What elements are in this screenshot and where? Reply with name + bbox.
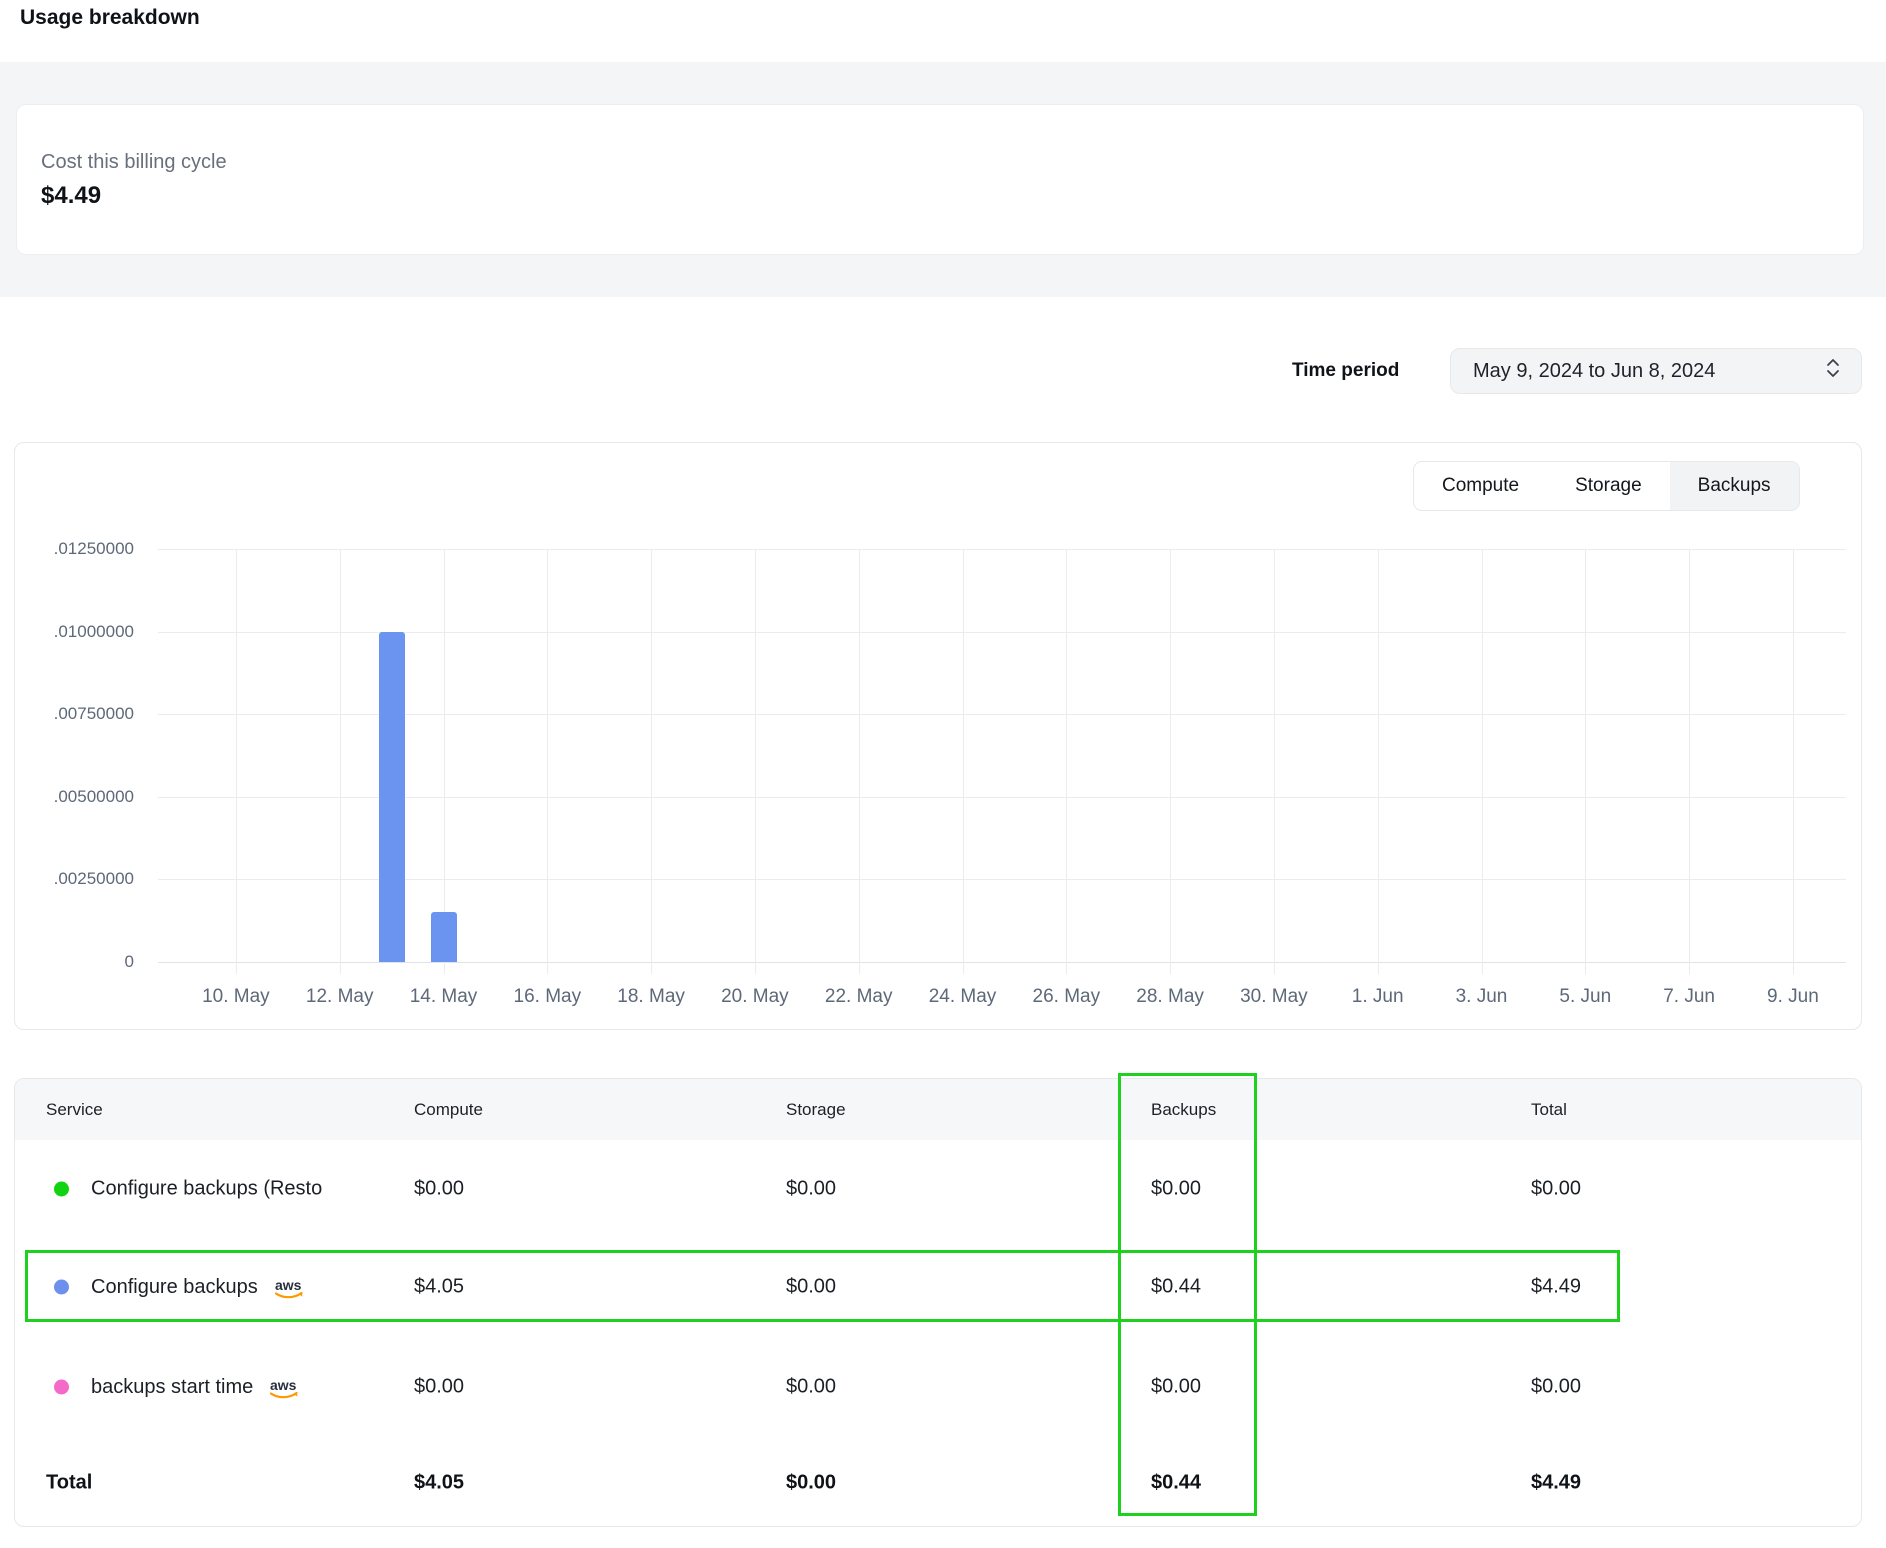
y-gridline bbox=[158, 962, 1846, 963]
x-axis-tick-label: 16. May bbox=[514, 986, 582, 1008]
table-row: Configure backups (Resto $0.00 $0.00 $0.00 $… bbox=[15, 1140, 1861, 1237]
total-cost-value: $0.00 bbox=[1531, 1376, 1581, 1399]
total-cost-value: $0.00 bbox=[1531, 1177, 1581, 1200]
tab-backups[interactable]: Backups bbox=[1670, 462, 1799, 510]
aws-logo-icon: aws bbox=[267, 1378, 301, 1402]
x-axis-tick-label: 9. Jun bbox=[1767, 986, 1819, 1008]
series-color-dot bbox=[54, 1280, 69, 1295]
backups-cost-value: $0.00 bbox=[1151, 1376, 1201, 1399]
column-header-compute: Compute bbox=[414, 1079, 483, 1140]
column-header-backups: Backups bbox=[1151, 1079, 1216, 1140]
x-gridline bbox=[1274, 549, 1275, 974]
billing-cycle-cost-label: Cost this billing cycle bbox=[41, 151, 1863, 174]
table-row: Configure backupsaws $4.05 $0.00 $0.44 $4.49 bbox=[15, 1237, 1861, 1337]
bar-13-may bbox=[379, 632, 405, 962]
tab-storage[interactable]: Storage bbox=[1547, 462, 1670, 510]
y-axis-tick-label: .00750000 bbox=[15, 704, 134, 724]
series-color-dot bbox=[54, 1380, 69, 1395]
compute-cost-value: $4.05 bbox=[414, 1276, 464, 1299]
column-header-storage: Storage bbox=[786, 1079, 846, 1140]
compute-cost-value: $0.00 bbox=[414, 1177, 464, 1200]
x-gridline bbox=[1066, 549, 1067, 974]
compute-cost-value: $0.00 bbox=[414, 1376, 464, 1399]
y-gridline bbox=[158, 714, 1846, 715]
storage-cost-value: $0.00 bbox=[786, 1276, 836, 1299]
x-gridline bbox=[1482, 549, 1483, 974]
x-gridline bbox=[1585, 549, 1586, 974]
x-axis-tick-label: 1. Jun bbox=[1352, 986, 1404, 1008]
chart-card: ComputeStorageBackups .01250000 .01000000… bbox=[14, 442, 1862, 1030]
usage-breakdown-page: { "page": { "title": "Usage breakdown" }… bbox=[0, 0, 1886, 1548]
x-gridline bbox=[547, 549, 548, 974]
column-header-total: Total bbox=[1531, 1079, 1567, 1140]
svg-text:aws: aws bbox=[275, 1278, 302, 1293]
backups-cost-value: $0.44 bbox=[1151, 1276, 1201, 1299]
y-gridline bbox=[158, 879, 1846, 880]
chart-metric-tabs: ComputeStorageBackups bbox=[1413, 461, 1800, 511]
tab-compute[interactable]: Compute bbox=[1414, 462, 1547, 510]
total-total-value: $4.49 bbox=[1531, 1471, 1581, 1494]
x-axis-tick-label: 14. May bbox=[410, 986, 478, 1008]
service-name: backups start timeaws bbox=[91, 1372, 301, 1402]
x-gridline bbox=[859, 549, 860, 974]
storage-cost-value: $0.00 bbox=[786, 1376, 836, 1399]
x-axis-tick-label: 20. May bbox=[721, 986, 789, 1008]
storage-cost-value: $0.00 bbox=[786, 1177, 836, 1200]
table-header-row: Service Compute Storage Backups Total bbox=[15, 1079, 1861, 1140]
x-axis-tick-label: 26. May bbox=[1033, 986, 1101, 1008]
total-row-label: Total bbox=[46, 1471, 92, 1494]
y-axis-tick-label: .01000000 bbox=[15, 622, 134, 642]
total-storage-value: $0.00 bbox=[786, 1471, 836, 1494]
backups-cost-value: $0.00 bbox=[1151, 1177, 1201, 1200]
series-color-dot bbox=[54, 1181, 69, 1196]
x-gridline bbox=[1170, 549, 1171, 974]
billing-cycle-cost-card: Cost this billing cycle $4.49 bbox=[16, 104, 1864, 255]
table-total-row: Total $4.05 $0.00 $0.44 $4.49 bbox=[15, 1437, 1861, 1527]
time-period-label: Time period bbox=[1292, 360, 1399, 382]
x-gridline bbox=[236, 549, 237, 974]
x-gridline bbox=[1378, 549, 1379, 974]
total-cost-value: $4.49 bbox=[1531, 1276, 1581, 1299]
x-gridline bbox=[651, 549, 652, 974]
column-header-service: Service bbox=[46, 1079, 103, 1140]
y-gridline bbox=[158, 797, 1846, 798]
y-axis-tick-label: .01250000 bbox=[15, 539, 134, 559]
svg-text:aws: aws bbox=[270, 1378, 297, 1393]
x-axis-tick-label: 30. May bbox=[1240, 986, 1308, 1008]
y-axis-tick-label: 0 bbox=[15, 952, 134, 972]
x-axis-tick-label: 18. May bbox=[617, 986, 685, 1008]
y-axis-tick-label: .00250000 bbox=[15, 869, 134, 889]
service-name: Configure backupsaws bbox=[91, 1272, 306, 1302]
x-gridline bbox=[444, 549, 445, 974]
x-axis-tick-label: 3. Jun bbox=[1456, 986, 1508, 1008]
x-axis-tick-label: 12. May bbox=[306, 986, 374, 1008]
y-gridline bbox=[158, 632, 1846, 633]
page-title: Usage breakdown bbox=[20, 6, 200, 30]
x-gridline bbox=[340, 549, 341, 974]
usage-table: Service Compute Storage Backups Total Config… bbox=[14, 1078, 1862, 1527]
bar-14-may bbox=[431, 912, 457, 962]
x-gridline bbox=[1689, 549, 1690, 974]
aws-logo-icon: aws bbox=[272, 1278, 306, 1302]
time-period-select[interactable]: May 9, 2024 to Jun 8, 2024 bbox=[1450, 348, 1862, 394]
service-name: Configure backups (Resto bbox=[91, 1177, 322, 1200]
y-gridline bbox=[158, 549, 1846, 550]
x-gridline bbox=[963, 549, 964, 974]
x-axis-tick-label: 5. Jun bbox=[1559, 986, 1611, 1008]
x-axis-tick-label: 10. May bbox=[202, 986, 270, 1008]
total-backups-value: $0.44 bbox=[1151, 1471, 1201, 1494]
total-compute-value: $4.05 bbox=[414, 1471, 464, 1494]
y-axis-tick-label: .00500000 bbox=[15, 787, 134, 807]
x-gridline bbox=[1793, 549, 1794, 974]
x-axis-tick-label: 24. May bbox=[929, 986, 997, 1008]
x-axis-tick-label: 7. Jun bbox=[1663, 986, 1715, 1008]
time-period-value: May 9, 2024 to Jun 8, 2024 bbox=[1473, 360, 1715, 383]
billing-cycle-cost-value: $4.49 bbox=[41, 182, 1863, 210]
select-updown-chevron-icon bbox=[1825, 358, 1841, 384]
x-axis-tick-label: 28. May bbox=[1136, 986, 1204, 1008]
x-gridline bbox=[755, 549, 756, 974]
table-row: backups start timeaws $0.00 $0.00 $0.00 $0.0… bbox=[15, 1337, 1861, 1437]
summary-band: Cost this billing cycle $4.49 bbox=[0, 62, 1886, 297]
x-axis-tick-label: 22. May bbox=[825, 986, 893, 1008]
